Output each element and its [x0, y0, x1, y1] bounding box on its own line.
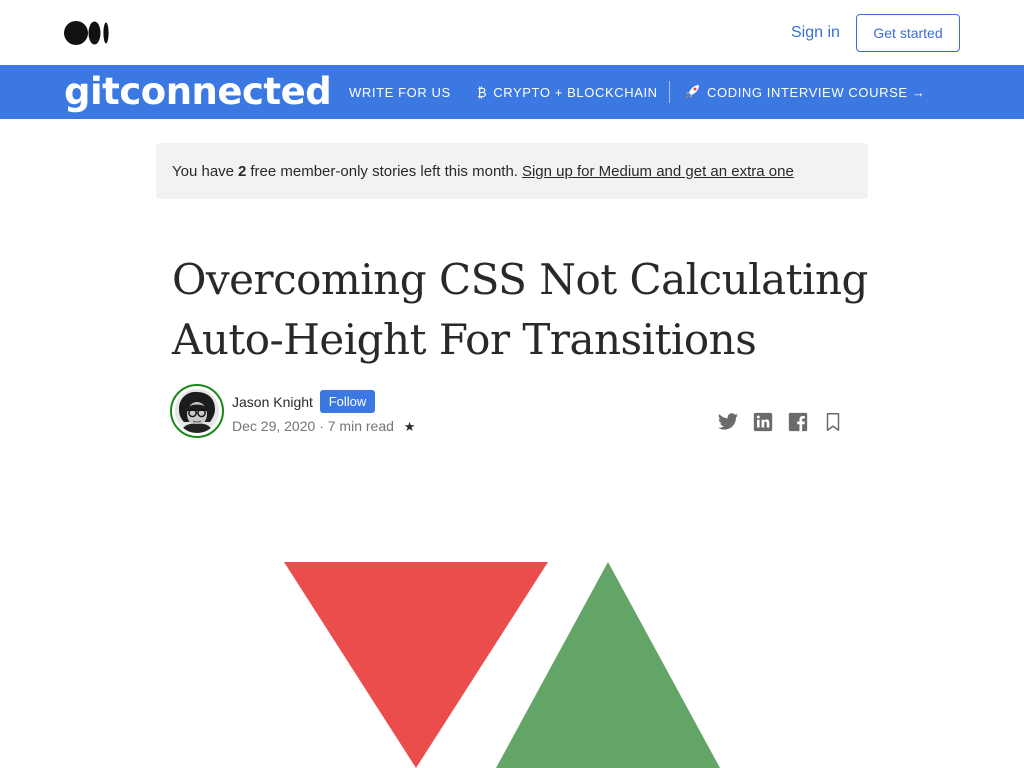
article-title: Overcoming CSS Not Calculating Auto-Heig… [172, 255, 868, 364]
author-name[interactable]: Jason Knight [232, 394, 313, 410]
banner-text: free member-only stories left this month… [250, 162, 518, 180]
rocket-icon [685, 83, 701, 102]
nav-coding-interview-course[interactable]: CODING INTERVIEW COURSE → [685, 65, 925, 119]
publication-logo[interactable]: gitconnected [64, 69, 332, 115]
author-avatar-ring[interactable] [170, 384, 224, 438]
follow-button[interactable]: Follow [320, 390, 375, 413]
sign-up-link[interactable]: Sign up for Medium and get an extra one [522, 163, 794, 180]
hero-image [284, 562, 720, 768]
red-triangle-shape [284, 562, 548, 768]
bookmark-icon[interactable] [822, 411, 844, 433]
nav-crypto-blockchain[interactable]: ₿ CRYPTO + BLOCKCHAIN [477, 65, 658, 119]
bitcoin-icon: ₿ [477, 84, 488, 100]
meta-separator: · [319, 418, 324, 434]
banner-count: 2 [238, 162, 247, 180]
publication-bar: gitconnected WRITE FOR US ₿ CRYPTO + BLO… [0, 65, 1024, 119]
nav-divider [669, 81, 670, 103]
medium-logo-icon[interactable] [64, 21, 110, 45]
twitter-icon[interactable] [717, 411, 739, 433]
nav-label: WRITE FOR US [349, 84, 451, 100]
publish-date[interactable]: Dec 29, 2020 [232, 418, 315, 434]
nav-label: CRYPTO + BLOCKCHAIN [493, 84, 658, 100]
avatar[interactable] [175, 389, 219, 433]
facebook-icon[interactable] [787, 411, 809, 433]
nav-write-for-us[interactable]: WRITE FOR US [349, 65, 451, 119]
get-started-button[interactable]: Get started [856, 14, 960, 52]
article-meta: Dec 29, 2020 · 7 min read ★ [232, 418, 415, 435]
top-bar: Sign in Get started [0, 0, 1024, 65]
sign-in-link[interactable]: Sign in [791, 24, 840, 42]
member-star-icon: ★ [403, 419, 416, 434]
read-time: 7 min read [327, 418, 394, 434]
banner-prefix: You have [172, 162, 235, 180]
nav-label: CODING INTERVIEW COURSE → [707, 84, 926, 100]
linkedin-icon[interactable] [752, 411, 774, 433]
member-stories-banner: You have 2 free member-only stories left… [156, 143, 868, 199]
green-triangle-shape [496, 562, 720, 768]
